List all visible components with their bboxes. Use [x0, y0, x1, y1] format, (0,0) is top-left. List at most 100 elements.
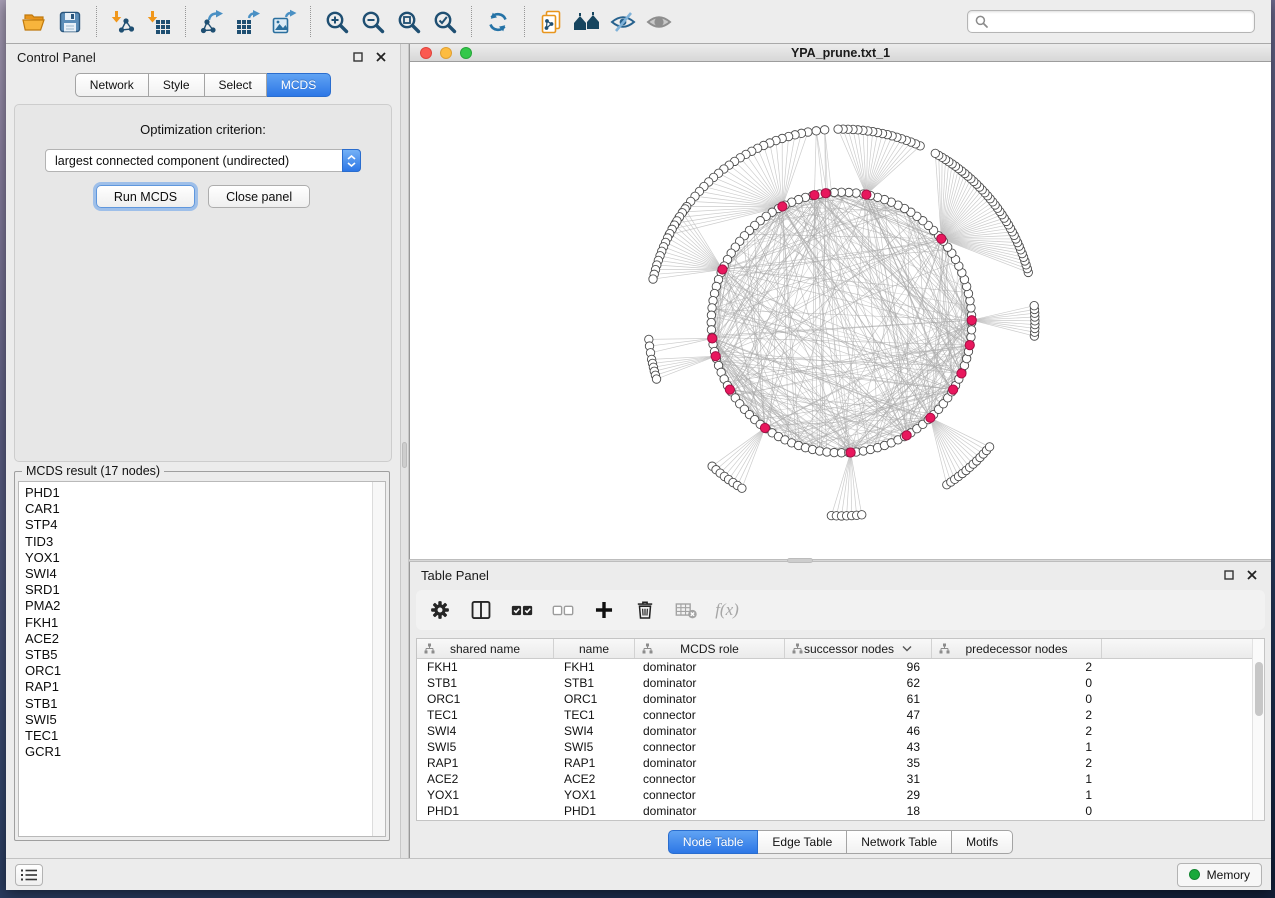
network-node[interactable] — [812, 127, 820, 135]
mcds-result-item[interactable]: STP4 — [25, 517, 372, 533]
tab-mcds[interactable]: MCDS — [267, 73, 331, 97]
table-scrollbar[interactable] — [1252, 639, 1264, 820]
mcds-result-item[interactable]: YOX1 — [25, 550, 372, 566]
panel-splitter-horizontal[interactable] — [409, 559, 1271, 562]
mcds-result-item[interactable]: CAR1 — [25, 501, 372, 517]
tab-select[interactable]: Select — [205, 73, 267, 97]
mcds-node[interactable] — [926, 413, 935, 422]
network-node[interactable] — [967, 326, 975, 334]
close-panel-icon[interactable] — [1244, 567, 1260, 583]
mcds-result-item[interactable]: PHD1 — [25, 485, 372, 501]
column-header-predecessor-nodes[interactable]: predecessor nodes — [932, 639, 1102, 658]
add-column-icon[interactable] — [592, 598, 616, 622]
mcds-node[interactable] — [760, 423, 769, 432]
memory-button[interactable]: Memory — [1177, 863, 1262, 887]
table-row[interactable]: TEC1TEC1connector472 — [417, 707, 1264, 723]
splitter-handle[interactable] — [787, 558, 813, 563]
delete-table-icon[interactable] — [674, 598, 698, 622]
network-node[interactable] — [858, 511, 866, 519]
network-node[interactable] — [985, 443, 993, 451]
mcds-node[interactable] — [862, 190, 871, 199]
import-network-button[interactable] — [105, 5, 141, 39]
column-header-name[interactable]: name — [554, 639, 635, 658]
tab-motifs[interactable]: Motifs — [952, 830, 1013, 854]
mcds-result-item[interactable]: SRD1 — [25, 582, 372, 598]
table-row[interactable]: RAP1RAP1dominator352 — [417, 755, 1264, 771]
mcds-node[interactable] — [965, 341, 974, 350]
network-node[interactable] — [652, 375, 660, 383]
mcds-node[interactable] — [821, 189, 830, 198]
search-input[interactable] — [993, 15, 1247, 29]
table-row[interactable]: ORC1ORC1dominator610 — [417, 691, 1264, 707]
column-header-shared-name[interactable]: shared name — [417, 639, 554, 658]
mcds-result-item[interactable]: TID3 — [25, 534, 372, 550]
tab-network[interactable]: Network — [75, 73, 149, 97]
deselect-all-rows-icon[interactable] — [551, 598, 575, 622]
close-panel-icon[interactable] — [373, 49, 389, 65]
mcds-node[interactable] — [937, 234, 946, 243]
network-node[interactable] — [820, 126, 828, 134]
mcds-result-item[interactable]: FKH1 — [25, 615, 372, 631]
panel-menu-button[interactable] — [15, 864, 43, 886]
run-mcds-button[interactable]: Run MCDS — [96, 185, 195, 208]
table-scrollbar-thumb[interactable] — [1255, 662, 1263, 716]
mcds-node[interactable] — [708, 334, 717, 343]
mcds-node[interactable] — [711, 352, 720, 361]
mcds-node[interactable] — [725, 385, 734, 394]
column-layout-icon[interactable] — [469, 598, 493, 622]
network-node[interactable] — [738, 484, 746, 492]
table-row[interactable]: ACE2ACE2connector311 — [417, 771, 1264, 787]
zoom-out-button[interactable] — [355, 5, 391, 39]
save-session-button[interactable] — [52, 5, 88, 39]
open-session-button[interactable] — [16, 5, 52, 39]
network-canvas[interactable] — [410, 62, 1271, 559]
mcds-node[interactable] — [902, 431, 911, 440]
import-table-button[interactable] — [141, 5, 177, 39]
export-image-button[interactable] — [266, 5, 302, 39]
mcds-result-item[interactable]: SWI5 — [25, 712, 372, 728]
mcds-node[interactable] — [949, 385, 958, 394]
splitter-handle[interactable] — [402, 442, 407, 468]
mcds-result-item[interactable]: ORC1 — [25, 663, 372, 679]
optimization-criterion-select[interactable]: largest connected component (undirected) — [45, 149, 361, 172]
first-neighbors-button[interactable] — [569, 5, 605, 39]
mcds-result-item[interactable]: STB1 — [25, 696, 372, 712]
network-node[interactable] — [1030, 301, 1038, 309]
float-panel-icon[interactable] — [350, 49, 366, 65]
select-all-rows-icon[interactable] — [510, 598, 534, 622]
mcds-node[interactable] — [718, 265, 727, 274]
tab-network-table[interactable]: Network Table — [847, 830, 952, 854]
tab-edge-table[interactable]: Edge Table — [758, 830, 847, 854]
network-node[interactable] — [649, 275, 657, 283]
table-row[interactable]: SWI5SWI5connector431 — [417, 739, 1264, 755]
new-network-from-selection-button[interactable] — [533, 5, 569, 39]
apply-layout-button[interactable] — [480, 5, 516, 39]
settings-gear-icon[interactable] — [428, 598, 452, 622]
zoom-in-button[interactable] — [319, 5, 355, 39]
show-all-button[interactable] — [641, 5, 677, 39]
mcds-node[interactable] — [967, 316, 976, 325]
tab-style[interactable]: Style — [149, 73, 205, 97]
table-row[interactable]: PHD1PHD1dominator180 — [417, 803, 1264, 819]
mcds-node[interactable] — [846, 448, 855, 457]
network-node[interactable] — [931, 149, 939, 157]
delete-column-icon[interactable] — [633, 598, 657, 622]
float-panel-icon[interactable] — [1221, 567, 1237, 583]
mcds-result-item[interactable]: PMA2 — [25, 598, 372, 614]
table-row[interactable]: SWI4SWI4dominator462 — [417, 723, 1264, 739]
close-panel-button[interactable]: Close panel — [208, 185, 310, 208]
mcds-result-item[interactable]: RAP1 — [25, 679, 372, 695]
tab-node-table[interactable]: Node Table — [668, 830, 759, 854]
table-row[interactable]: YOX1YOX1connector291 — [417, 787, 1264, 803]
function-builder-icon[interactable]: f(x) — [715, 598, 739, 622]
table-row[interactable]: STB1STB1dominator620 — [417, 675, 1264, 691]
mcds-result-item[interactable]: STB5 — [25, 647, 372, 663]
mcds-result-item[interactable]: ACE2 — [25, 631, 372, 647]
export-network-button[interactable] — [194, 5, 230, 39]
mcds-result-item[interactable]: SWI4 — [25, 566, 372, 582]
column-header-MCDS-role[interactable]: MCDS role — [635, 639, 785, 658]
mcds-result-item[interactable]: TEC1 — [25, 728, 372, 744]
mcds-result-item[interactable]: GCR1 — [25, 744, 372, 760]
export-table-button[interactable] — [230, 5, 266, 39]
mcds-node[interactable] — [778, 202, 787, 211]
